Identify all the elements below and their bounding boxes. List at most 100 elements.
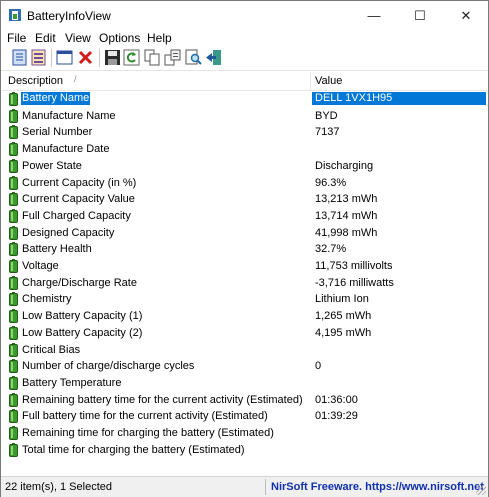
properties-icon[interactable]	[30, 49, 47, 66]
list-item[interactable]: Battery Name DELL 1VX1H95	[2, 91, 487, 107]
nirsoft-link[interactable]: NirSoft Freeware. https://www.nirsoft.ne…	[271, 481, 484, 493]
item-value: 11,753 millivolts	[315, 260, 393, 272]
item-value: 4,195 mWh	[315, 326, 372, 339]
list-item[interactable]: Low Battery Capacity (2) 4,195 mWh	[2, 325, 487, 341]
list-item[interactable]: Power State Discharging	[2, 158, 487, 174]
item-description: Full battery time for the current activi…	[22, 410, 268, 423]
status-item-count: 22 item(s), 1 Selected	[5, 481, 112, 493]
menu-view[interactable]: View	[65, 31, 91, 45]
battery-info-list[interactable]: Description / Value Battery Name DELL 1VX…	[2, 72, 487, 474]
battery-icon	[9, 142, 18, 157]
column-divider[interactable]	[310, 72, 311, 90]
copy-all-icon[interactable]	[164, 49, 181, 66]
item-value: Lithium Ion	[315, 293, 369, 306]
list-item[interactable]: Manufacture Name BYD	[2, 108, 487, 124]
battery-icon	[9, 375, 18, 390]
item-description: Remaining time for charging the battery …	[22, 427, 274, 439]
html-report-icon[interactable]	[11, 49, 28, 66]
item-description: Chemistry	[22, 293, 72, 306]
item-value: 0	[315, 360, 322, 373]
toolbar	[1, 46, 488, 71]
item-description: Critical Bias	[22, 343, 81, 356]
list-item[interactable]: Critical Bias	[2, 342, 487, 358]
status-separator	[265, 479, 266, 495]
list-item[interactable]: Serial Number 7137	[2, 124, 487, 140]
battery-icon	[9, 442, 18, 457]
item-description: Battery Name	[19, 91, 92, 106]
close-button[interactable]: ✕	[443, 1, 489, 30]
list-item[interactable]: Current Capacity (in %) 96.3%	[2, 175, 487, 191]
item-value: BYD	[315, 109, 338, 122]
item-value: DELL 1VX1H95	[312, 92, 486, 105]
list-header: Description / Value	[2, 72, 487, 91]
list-item[interactable]: Remaining time for charging the battery …	[2, 425, 487, 441]
battery-icon	[9, 409, 18, 424]
maximize-button[interactable]: ☐	[397, 1, 443, 30]
copy-icon[interactable]	[144, 49, 161, 66]
battery-icon	[9, 242, 18, 257]
toolbar-separator	[51, 49, 52, 67]
exit-icon[interactable]	[205, 49, 222, 66]
save-icon[interactable]	[104, 49, 121, 66]
item-description: Full Charged Capacity	[22, 209, 131, 222]
battery-icon	[9, 158, 18, 173]
status-bar: 22 item(s), 1 Selected NirSoft Freeware.…	[1, 476, 488, 497]
item-description: Manufacture Date	[22, 143, 110, 156]
list-item[interactable]: Battery Health 32.7%	[2, 241, 487, 257]
battery-icon	[9, 359, 18, 374]
menu-edit[interactable]: Edit	[35, 31, 56, 45]
item-description: Power State	[22, 159, 82, 172]
list-item[interactable]: Number of charge/discharge cycles 0	[2, 358, 487, 374]
item-value: 7137	[315, 126, 340, 139]
item-description: Manufacture Name	[22, 109, 116, 122]
battery-icon	[9, 426, 18, 440]
item-description: Battery Health	[22, 243, 92, 256]
item-value: 01:36:00	[315, 393, 358, 406]
list-item[interactable]: Full battery time for the current activi…	[2, 408, 487, 424]
battery-icon	[9, 325, 18, 340]
item-value: 1,265 mWh	[315, 310, 372, 323]
battery-icon	[9, 92, 18, 106]
resize-grip[interactable]	[476, 485, 486, 495]
item-value: -3,716 milliwatts	[315, 276, 394, 289]
column-header-description[interactable]: Description	[8, 75, 63, 87]
window-title: BatteryInfoView	[27, 9, 111, 23]
item-description: Battery Temperature	[22, 376, 122, 389]
item-value: 01:39:29	[315, 410, 358, 423]
list-item[interactable]: Total time for charging the battery (Est…	[2, 442, 487, 458]
sort-arrow-icon: /	[74, 74, 77, 84]
toolbar-separator	[99, 49, 100, 67]
menu-help[interactable]: Help	[147, 31, 172, 45]
window-icon[interactable]	[56, 49, 73, 66]
item-description: Low Battery Capacity (1)	[22, 310, 143, 323]
battery-icon	[9, 275, 18, 290]
menu-options[interactable]: Options	[99, 31, 140, 45]
item-value: 96.3%	[315, 176, 347, 189]
list-item[interactable]: Low Battery Capacity (1) 1,265 mWh	[2, 308, 487, 324]
find-icon[interactable]	[185, 49, 202, 66]
item-description: Number of charge/discharge cycles	[22, 360, 195, 373]
item-description: Low Battery Capacity (2)	[22, 326, 143, 339]
list-item[interactable]: Remaining battery time for the current a…	[2, 392, 487, 408]
battery-icon	[9, 392, 18, 407]
minimize-button[interactable]: —	[351, 1, 397, 30]
delete-icon[interactable]	[77, 49, 94, 66]
item-description: Charge/Discharge Rate	[22, 276, 137, 289]
battery-icon	[9, 125, 18, 140]
list-item[interactable]: Battery Temperature	[2, 375, 487, 391]
menu-file[interactable]: File	[7, 31, 26, 45]
list-item[interactable]: Voltage 11,753 millivolts	[2, 258, 487, 274]
battery-icon	[9, 108, 18, 123]
list-item[interactable]: Current Capacity Value 13,213 mWh	[2, 191, 487, 207]
title-bar[interactable]: BatteryInfoView — ☐ ✕	[1, 1, 488, 30]
item-value: 32.7%	[315, 243, 347, 256]
list-item[interactable]: Chemistry Lithium Ion	[2, 291, 487, 307]
list-item[interactable]: Charge/Discharge Rate -3,716 milliwatts	[2, 275, 487, 291]
column-header-value[interactable]: Value	[315, 75, 342, 87]
item-value: 13,213 mWh	[315, 193, 378, 206]
list-item[interactable]: Manufacture Date	[2, 141, 487, 157]
list-item[interactable]: Designed Capacity 41,998 mWh	[2, 225, 487, 241]
item-description: Voltage	[22, 260, 59, 272]
refresh-icon[interactable]	[123, 49, 140, 66]
list-item[interactable]: Full Charged Capacity 13,714 mWh	[2, 208, 487, 224]
